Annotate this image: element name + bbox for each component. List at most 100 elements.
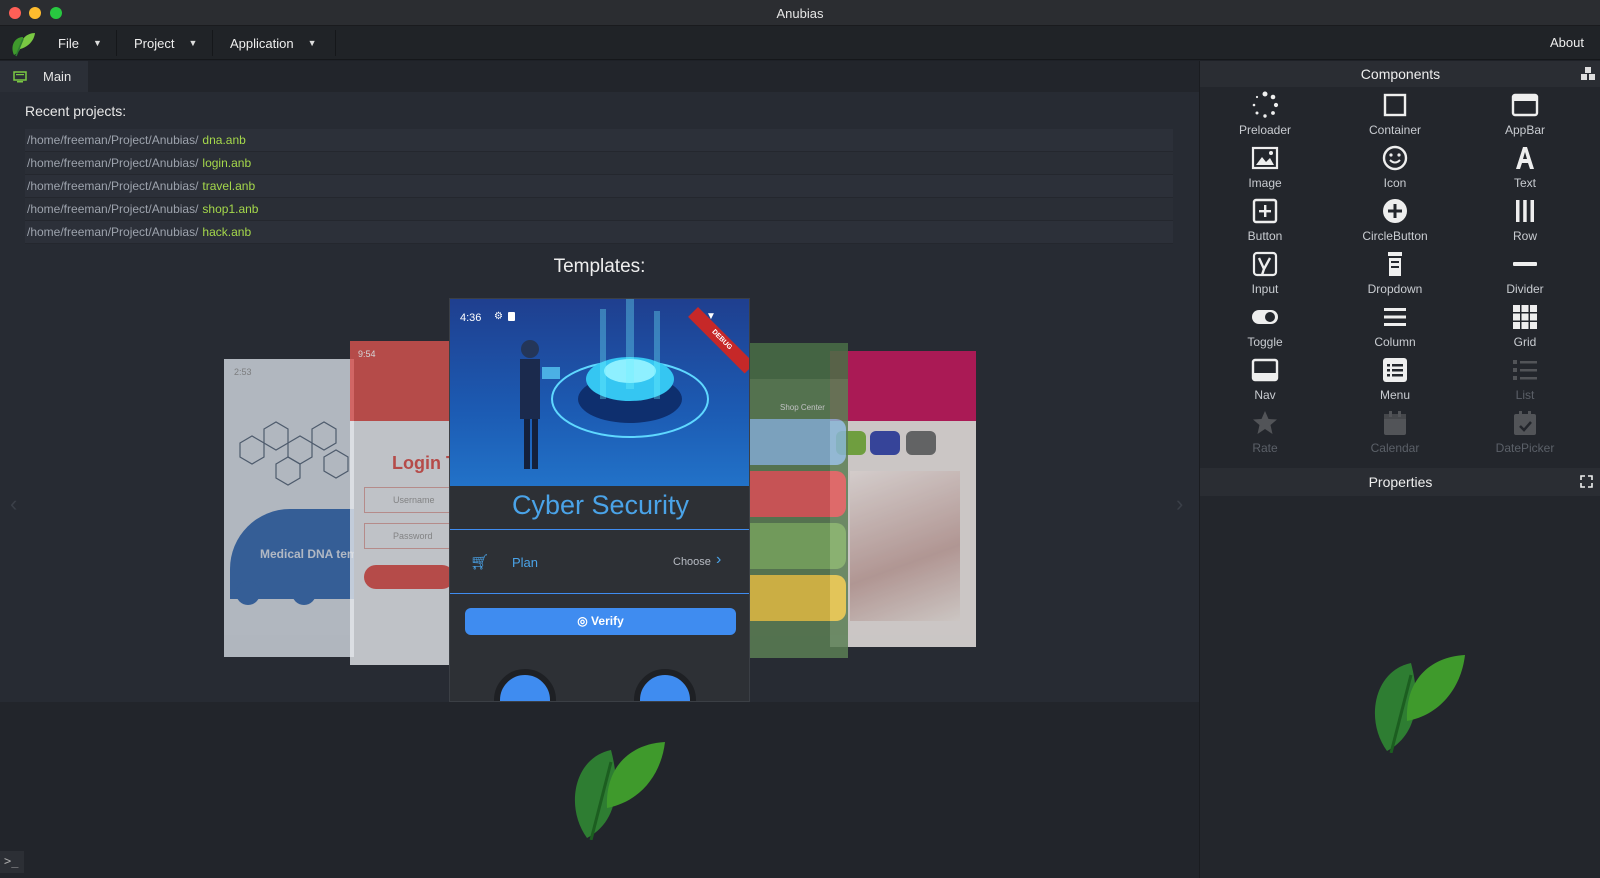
- component-appbar[interactable]: AppBar: [1460, 89, 1590, 142]
- list-item[interactable]: /home/freeman/Project/Anubias/login.anb: [25, 152, 1173, 175]
- properties-heading: Properties: [1200, 468, 1600, 496]
- component-input[interactable]: Input: [1200, 248, 1330, 301]
- carousel-next-icon[interactable]: ›: [1176, 491, 1183, 517]
- list-item[interactable]: /home/freeman/Project/Anubias/dna.anb: [25, 129, 1173, 152]
- tab-bar: Main: [0, 61, 1199, 92]
- component-nav[interactable]: Nav: [1200, 354, 1330, 407]
- component-button[interactable]: Button: [1200, 195, 1330, 248]
- component-grid[interactable]: Grid: [1460, 301, 1590, 354]
- gear-icon: ⚙: [494, 311, 503, 322]
- preloader-icon: [1252, 91, 1279, 118]
- component-circlebutton[interactable]: CircleButton: [1330, 195, 1460, 248]
- image-icon: [1251, 146, 1279, 170]
- carousel-prev-icon[interactable]: ‹: [10, 491, 17, 517]
- title-bar: Anubias: [0, 0, 1600, 26]
- divider-icon: [1513, 262, 1537, 266]
- circle-plus-icon: [1383, 199, 1407, 223]
- history-tile: [750, 575, 846, 621]
- template-card-dna[interactable]: 2:53 Medical DNA template: [224, 359, 354, 657]
- grid-icon: [1513, 305, 1537, 329]
- menu-icon: [1383, 358, 1407, 382]
- component-menu[interactable]: Menu: [1330, 354, 1460, 407]
- cubes-icon[interactable]: [1581, 67, 1595, 81]
- component-preloader[interactable]: Preloader: [1200, 89, 1330, 142]
- row-icon: [1516, 200, 1534, 222]
- template-card-travel[interactable]: Shop Center: [750, 343, 848, 658]
- component-row[interactable]: Row: [1460, 195, 1590, 248]
- divider: [450, 529, 749, 530]
- component-container[interactable]: Container: [1330, 89, 1460, 142]
- app-window: Anubias File ▼ Project ▼ Application ▼ Abou…: [0, 0, 1600, 878]
- login-button: [364, 565, 450, 589]
- component-text[interactable]: Text: [1460, 142, 1590, 195]
- nav-icon: [1251, 358, 1279, 382]
- appbar-icon: [1511, 93, 1539, 117]
- plane-tile: [750, 419, 846, 465]
- dropdown-icon: [1388, 252, 1402, 276]
- smiley-icon: [1382, 145, 1408, 171]
- heart-tile: [750, 471, 846, 517]
- component-divider[interactable]: Divider: [1460, 248, 1590, 301]
- anubias-watermark-logo: [574, 742, 665, 840]
- templates-heading: Templates:: [553, 256, 646, 277]
- about-menu[interactable]: About: [1550, 35, 1584, 50]
- component-image[interactable]: Image: [1200, 142, 1330, 195]
- window-title: Anubias: [776, 6, 824, 21]
- datepicker-icon: [1514, 411, 1536, 435]
- round-action-button: [494, 669, 556, 701]
- component-rate[interactable]: Rate: [1200, 407, 1330, 460]
- menu-separator: [116, 30, 117, 56]
- recent-projects-list: /home/freeman/Project/Anubias/dna.anb /h…: [25, 129, 1173, 244]
- button-icon: [1252, 198, 1278, 224]
- component-datepicker[interactable]: DatePicker: [1460, 407, 1590, 460]
- container-icon: [1383, 93, 1407, 117]
- tab-main[interactable]: Main: [0, 61, 88, 92]
- cart-icon: 🛒︎: [470, 554, 490, 571]
- verify-button: ◎ Verify: [465, 608, 736, 635]
- calendar-icon: [1384, 411, 1406, 435]
- components-palette: Preloader Container AppBar Image Icon Te…: [1200, 89, 1590, 460]
- fingerprint-icon: ◎: [577, 614, 592, 628]
- recent-projects-heading: Recent projects:: [25, 103, 127, 119]
- list-item[interactable]: /home/freeman/Project/Anubias/travel.anb: [25, 175, 1173, 198]
- toggle-icon: [1252, 310, 1278, 324]
- list-item[interactable]: /home/freeman/Project/Anubias/shop1.anb: [25, 198, 1173, 221]
- project-menu[interactable]: Project ▼: [134, 26, 197, 60]
- column-icon: [1384, 308, 1406, 326]
- chevron-down-icon: ▼: [307, 38, 317, 48]
- expand-icon[interactable]: [1580, 475, 1593, 488]
- product-image: [850, 471, 960, 621]
- file-menu[interactable]: File ▼: [58, 26, 102, 60]
- globe-icon: [236, 581, 260, 605]
- terminal-icon[interactable]: >_: [0, 851, 24, 873]
- round-action-button: [634, 669, 696, 701]
- menu-separator: [335, 30, 336, 56]
- chevron-right-icon: ›: [716, 551, 722, 568]
- component-icon[interactable]: Icon: [1330, 142, 1460, 195]
- chevron-down-icon: ▼: [188, 38, 198, 48]
- template-card-cyber-security[interactable]: 4:36 ⚙ ▼ DEBUG Cyber Security 🛒︎ Plan Ch…: [449, 298, 750, 702]
- component-column[interactable]: Column: [1330, 301, 1460, 354]
- component-list[interactable]: List: [1460, 354, 1590, 407]
- anubias-watermark-logo: [1374, 655, 1465, 753]
- box-icon: [292, 581, 316, 605]
- cyber-hero-image: 4:36 ⚙ ▼ DEBUG: [450, 299, 749, 486]
- template-card-login[interactable]: 9:54 Login T Username Password: [350, 341, 450, 665]
- sd-card-icon: [508, 312, 515, 321]
- fingerprint-tile: [750, 523, 846, 569]
- chevron-down-icon: ▼: [92, 38, 102, 48]
- monitor-icon: [13, 70, 27, 82]
- template-card-shop[interactable]: [830, 351, 976, 647]
- menu-bar: File ▼ Project ▼ Application ▼ About: [0, 26, 1600, 60]
- shop-chip: [906, 431, 936, 455]
- text-icon: [1516, 147, 1534, 169]
- component-calendar[interactable]: Calendar: [1330, 407, 1460, 460]
- component-toggle[interactable]: Toggle: [1200, 301, 1330, 354]
- travel-header: [750, 343, 848, 379]
- right-panel: Components Preloader Container AppBar Im…: [1199, 61, 1600, 878]
- main-workspace: Main Recent projects: /home/freeman/Proj…: [0, 61, 1199, 702]
- component-dropdown[interactable]: Dropdown: [1330, 248, 1460, 301]
- list-icon: [1513, 360, 1537, 380]
- application-menu[interactable]: Application ▼: [230, 26, 317, 60]
- list-item[interactable]: /home/freeman/Project/Anubias/hack.anb: [25, 221, 1173, 244]
